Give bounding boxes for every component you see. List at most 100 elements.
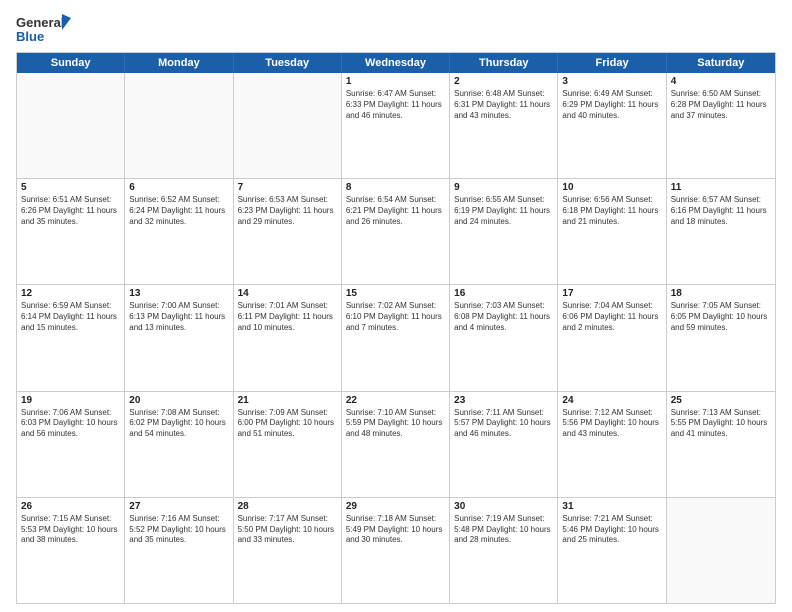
day-cell: 1 Sunrise: 6:47 AM Sunset: 6:33 PM Daylig… [342, 73, 450, 178]
week-row-2: 12 Sunrise: 6:59 AM Sunset: 6:14 PM Dayli… [17, 284, 775, 390]
calendar-body: 1 Sunrise: 6:47 AM Sunset: 6:33 PM Daylig… [17, 73, 775, 603]
day-info: Sunrise: 7:08 AM Sunset: 6:02 PM Dayligh… [129, 408, 228, 440]
day-cell: 2 Sunrise: 6:48 AM Sunset: 6:31 PM Daylig… [450, 73, 558, 178]
day-number: 10 [562, 182, 661, 193]
day-info: Sunrise: 6:47 AM Sunset: 6:33 PM Dayligh… [346, 89, 445, 121]
day-cell: 3Sunrise: 6:49 AM Sunset: 6:29 PM Daylig… [558, 73, 666, 178]
day-info: Sunrise: 6:52 AM Sunset: 6:24 PM Dayligh… [129, 195, 228, 227]
day-number: 23 [454, 395, 553, 406]
day-cell: 8 Sunrise: 6:54 AM Sunset: 6:21 PM Daylig… [342, 179, 450, 284]
day-number: 20 [129, 395, 228, 406]
day-cell: 26Sunrise: 7:15 AM Sunset: 5:53 PM Dayli… [17, 498, 125, 603]
day-number: 18 [671, 288, 771, 299]
day-number: 13 [129, 288, 228, 299]
day-cell: 9Sunrise: 6:55 AM Sunset: 6:19 PM Daylig… [450, 179, 558, 284]
day-cell: 14 Sunrise: 7:01 AM Sunset: 6:11 PM Dayli… [234, 285, 342, 390]
day-cell: 16 Sunrise: 7:03 AM Sunset: 6:08 PM Dayli… [450, 285, 558, 390]
week-row-1: 5Sunrise: 6:51 AM Sunset: 6:26 PM Daylig… [17, 178, 775, 284]
day-cell [125, 73, 233, 178]
day-header-monday: Monday [125, 53, 233, 73]
day-info: Sunrise: 6:57 AM Sunset: 6:16 PM Dayligh… [671, 195, 771, 227]
day-info: Sunrise: 6:54 AM Sunset: 6:21 PM Dayligh… [346, 195, 445, 227]
day-cell: 24 Sunrise: 7:12 AM Sunset: 5:56 PM Dayli… [558, 392, 666, 497]
day-cell: 6 Sunrise: 6:52 AM Sunset: 6:24 PM Daylig… [125, 179, 233, 284]
day-info: Sunrise: 7:18 AM Sunset: 5:49 PM Dayligh… [346, 514, 445, 546]
day-number: 4 [671, 76, 771, 87]
day-info: Sunrise: 7:02 AM Sunset: 6:10 PM Dayligh… [346, 301, 445, 333]
day-number: 26 [21, 501, 120, 512]
day-cell: 30 Sunrise: 7:19 AM Sunset: 5:48 PM Dayli… [450, 498, 558, 603]
day-header-wednesday: Wednesday [342, 53, 450, 73]
page: GeneralBlue SundayMondayTuesdayWednesday… [0, 0, 792, 612]
day-info: Sunrise: 6:59 AM Sunset: 6:14 PM Dayligh… [21, 301, 120, 333]
day-number: 14 [238, 288, 337, 299]
day-cell: 22 Sunrise: 7:10 AM Sunset: 5:59 PM Dayli… [342, 392, 450, 497]
day-info: Sunrise: 7:05 AM Sunset: 6:05 PM Dayligh… [671, 301, 771, 333]
day-cell: 17Sunrise: 7:04 AM Sunset: 6:06 PM Dayli… [558, 285, 666, 390]
day-number: 12 [21, 288, 120, 299]
day-info: Sunrise: 6:49 AM Sunset: 6:29 PM Dayligh… [562, 89, 661, 121]
day-number: 31 [562, 501, 661, 512]
day-cell: 18 Sunrise: 7:05 AM Sunset: 6:05 PM Dayli… [667, 285, 775, 390]
day-number: 21 [238, 395, 337, 406]
svg-text:General: General [16, 15, 64, 30]
day-cell [667, 498, 775, 603]
day-info: Sunrise: 6:53 AM Sunset: 6:23 PM Dayligh… [238, 195, 337, 227]
day-number: 6 [129, 182, 228, 193]
day-cell: 25 Sunrise: 7:13 AM Sunset: 5:55 PM Dayli… [667, 392, 775, 497]
day-number: 22 [346, 395, 445, 406]
day-info: Sunrise: 6:56 AM Sunset: 6:18 PM Dayligh… [562, 195, 661, 227]
day-info: Sunrise: 7:01 AM Sunset: 6:11 PM Dayligh… [238, 301, 337, 333]
header: GeneralBlue [16, 12, 776, 48]
day-cell: 28 Sunrise: 7:17 AM Sunset: 5:50 PM Dayli… [234, 498, 342, 603]
day-cell: 4 Sunrise: 6:50 AM Sunset: 6:28 PM Daylig… [667, 73, 775, 178]
day-info: Sunrise: 7:03 AM Sunset: 6:08 PM Dayligh… [454, 301, 553, 333]
day-number: 11 [671, 182, 771, 193]
day-number: 25 [671, 395, 771, 406]
day-header-thursday: Thursday [450, 53, 558, 73]
day-info: Sunrise: 7:19 AM Sunset: 5:48 PM Dayligh… [454, 514, 553, 546]
week-row-3: 19 Sunrise: 7:06 AM Sunset: 6:03 PM Dayli… [17, 391, 775, 497]
day-number: 28 [238, 501, 337, 512]
day-cell: 13Sunrise: 7:00 AM Sunset: 6:13 PM Dayli… [125, 285, 233, 390]
day-info: Sunrise: 7:06 AM Sunset: 6:03 PM Dayligh… [21, 408, 120, 440]
day-cell: 19 Sunrise: 7:06 AM Sunset: 6:03 PM Dayli… [17, 392, 125, 497]
day-number: 17 [562, 288, 661, 299]
day-cell: 15Sunrise: 7:02 AM Sunset: 6:10 PM Dayli… [342, 285, 450, 390]
day-info: Sunrise: 6:51 AM Sunset: 6:26 PM Dayligh… [21, 195, 120, 227]
day-cell: 27 Sunrise: 7:16 AM Sunset: 5:52 PM Dayli… [125, 498, 233, 603]
day-number: 2 [454, 76, 553, 87]
day-info: Sunrise: 7:16 AM Sunset: 5:52 PM Dayligh… [129, 514, 228, 546]
day-number: 16 [454, 288, 553, 299]
day-header-saturday: Saturday [667, 53, 775, 73]
day-number: 30 [454, 501, 553, 512]
day-cell: 5Sunrise: 6:51 AM Sunset: 6:26 PM Daylig… [17, 179, 125, 284]
week-row-0: 1 Sunrise: 6:47 AM Sunset: 6:33 PM Daylig… [17, 73, 775, 178]
day-cell: 10 Sunrise: 6:56 AM Sunset: 6:18 PM Dayli… [558, 179, 666, 284]
day-number: 8 [346, 182, 445, 193]
day-cell [17, 73, 125, 178]
day-number: 9 [454, 182, 553, 193]
day-number: 27 [129, 501, 228, 512]
week-row-4: 26Sunrise: 7:15 AM Sunset: 5:53 PM Dayli… [17, 497, 775, 603]
day-number: 19 [21, 395, 120, 406]
day-cell: 21Sunrise: 7:09 AM Sunset: 6:00 PM Dayli… [234, 392, 342, 497]
day-header-tuesday: Tuesday [234, 53, 342, 73]
day-cell: 31 Sunrise: 7:21 AM Sunset: 5:46 PM Dayli… [558, 498, 666, 603]
logo: GeneralBlue [16, 12, 71, 48]
day-cell [234, 73, 342, 178]
day-info: Sunrise: 7:21 AM Sunset: 5:46 PM Dayligh… [562, 514, 661, 546]
calendar-header: SundayMondayTuesdayWednesdayThursdayFrid… [17, 53, 775, 73]
day-info: Sunrise: 7:10 AM Sunset: 5:59 PM Dayligh… [346, 408, 445, 440]
calendar: SundayMondayTuesdayWednesdayThursdayFrid… [16, 52, 776, 604]
day-info: Sunrise: 7:12 AM Sunset: 5:56 PM Dayligh… [562, 408, 661, 440]
day-info: Sunrise: 7:17 AM Sunset: 5:50 PM Dayligh… [238, 514, 337, 546]
day-number: 24 [562, 395, 661, 406]
day-header-friday: Friday [558, 53, 666, 73]
day-info: Sunrise: 6:48 AM Sunset: 6:31 PM Dayligh… [454, 89, 553, 121]
day-number: 7 [238, 182, 337, 193]
day-info: Sunrise: 6:50 AM Sunset: 6:28 PM Dayligh… [671, 89, 771, 121]
logo-icon: GeneralBlue [16, 12, 71, 48]
day-number: 1 [346, 76, 445, 87]
day-info: Sunrise: 7:13 AM Sunset: 5:55 PM Dayligh… [671, 408, 771, 440]
